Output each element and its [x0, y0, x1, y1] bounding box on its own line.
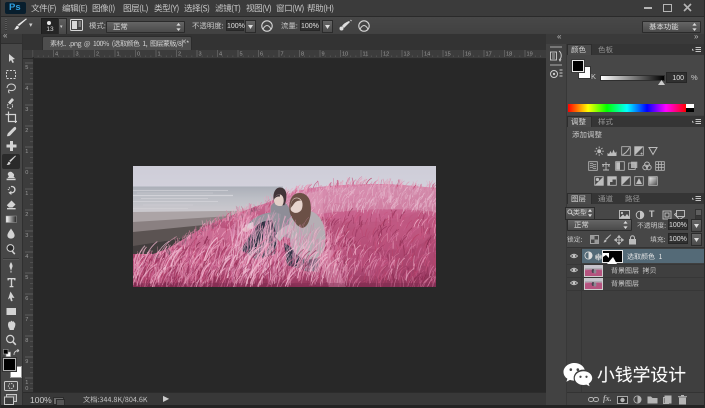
svg-text:1: 1 — [158, 52, 161, 58]
svg-text:11: 11 — [363, 52, 369, 58]
svg-text:5: 5 — [25, 275, 28, 281]
svg-text:14: 14 — [424, 52, 430, 58]
svg-text:13: 13 — [404, 52, 410, 58]
svg-text:5: 5 — [240, 52, 243, 58]
svg-text:1: 1 — [25, 149, 28, 155]
svg-text:4: 4 — [55, 52, 58, 58]
svg-text:9: 9 — [322, 52, 325, 58]
svg-text:8: 8 — [25, 338, 28, 344]
svg-text:9: 9 — [25, 359, 28, 365]
svg-text:7: 7 — [25, 317, 28, 323]
svg-text:8: 8 — [301, 52, 304, 58]
svg-text:6: 6 — [260, 52, 263, 58]
svg-text:2: 2 — [178, 52, 181, 58]
svg-text:16: 16 — [465, 52, 471, 58]
svg-text:15: 15 — [445, 52, 451, 58]
svg-text:2: 2 — [96, 52, 99, 58]
svg-text:3: 3 — [25, 107, 28, 113]
svg-text:4: 4 — [25, 254, 28, 260]
svg-text:10: 10 — [342, 52, 348, 58]
svg-text:3: 3 — [199, 52, 202, 58]
svg-text:12: 12 — [383, 52, 389, 58]
svg-text:19: 19 — [527, 52, 533, 58]
svg-text:0: 0 — [25, 170, 28, 176]
svg-text:4: 4 — [219, 52, 222, 58]
svg-text:0: 0 — [137, 52, 140, 58]
svg-text:1: 1 — [25, 191, 28, 197]
svg-text:17: 17 — [486, 52, 492, 58]
svg-text:1: 1 — [117, 52, 120, 58]
svg-text:2: 2 — [25, 212, 28, 218]
svg-text:2: 2 — [25, 128, 28, 134]
svg-text:6: 6 — [25, 296, 28, 302]
svg-text:5: 5 — [25, 65, 28, 71]
svg-text:7: 7 — [281, 52, 284, 58]
svg-text:18: 18 — [506, 52, 512, 58]
svg-text:3: 3 — [76, 52, 79, 58]
svg-text:4: 4 — [25, 86, 28, 92]
svg-text:3: 3 — [25, 233, 28, 239]
